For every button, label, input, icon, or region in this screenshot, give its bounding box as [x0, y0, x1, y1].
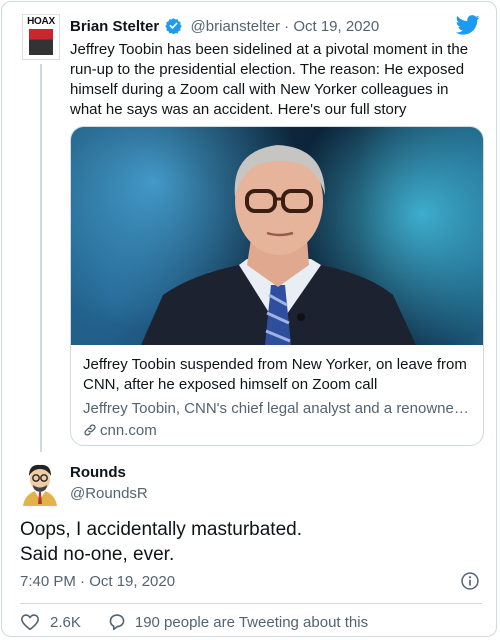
quoted-author-avatar[interactable]: HOAX	[22, 14, 60, 60]
tweet-timestamp[interactable]: 7:40 PM · Oct 19, 2020	[20, 573, 175, 590]
quoted-tweet-header: Brian Stelter @brianstelter · Oct 19, 20…	[70, 17, 379, 38]
tweet-text-line-2: Said no-one, ever.	[20, 544, 175, 565]
quoted-author-name[interactable]: Brian Stelter	[70, 18, 159, 35]
twitter-bird-icon[interactable]	[455, 15, 480, 40]
tweeting-about-this[interactable]: 190 people are Tweeting about this	[135, 614, 368, 631]
link-title[interactable]: Jeffrey Toobin suspended from New Yorker…	[83, 355, 471, 395]
tweet-text-line-1: Oops, I accidentally masturbated.	[20, 519, 302, 540]
quoted-tweet-text: Jeffrey Toobin has been sidelined at a p…	[70, 41, 469, 118]
link-icon	[84, 424, 96, 436]
thread-line	[40, 64, 42, 452]
link-preview-card[interactable]: Jeffrey Toobin suspended from New Yorker…	[70, 126, 484, 446]
quoted-author-handle[interactable]: @brianstelter	[191, 18, 280, 35]
link-domain-text: cnn.com	[100, 422, 157, 439]
quoted-tweet-date[interactable]: · Oct 19, 2020	[284, 18, 379, 35]
like-count[interactable]: 2.6K	[50, 614, 81, 631]
divider	[20, 603, 482, 604]
link-preview-image	[71, 127, 483, 345]
tweet-text: Oops, I accidentally masturbated. Said n…	[20, 517, 302, 567]
link-domain: cnn.com	[83, 421, 471, 441]
reply-bubble-icon[interactable]	[107, 613, 127, 631]
tweet-card: HOAX Brian Stelter @brianstelter · Oct 1…	[1, 1, 497, 637]
avatar-hoax-text: HOAX	[27, 16, 55, 27]
author-avatar[interactable]	[19, 460, 61, 506]
verified-badge-icon	[165, 17, 183, 38]
author-handle[interactable]: @RoundsR	[70, 485, 148, 502]
link-description: Jeffrey Toobin, CNN's chief legal analys…	[83, 400, 471, 417]
author-name[interactable]: Rounds	[70, 464, 126, 481]
heart-icon[interactable]	[20, 613, 40, 631]
link-preview-body: Jeffrey Toobin suspended from New Yorker…	[71, 345, 483, 445]
tweet-actions: 2.6K 190 people are Tweeting about this	[20, 613, 368, 631]
avatar-cover-art	[29, 29, 53, 55]
info-icon[interactable]	[460, 571, 480, 596]
